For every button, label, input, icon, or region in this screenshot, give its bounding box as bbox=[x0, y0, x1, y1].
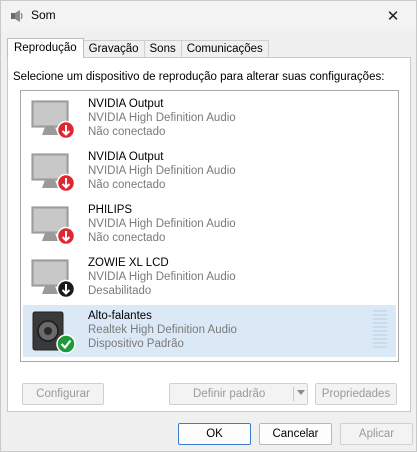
device-driver: NVIDIA High Definition Audio bbox=[88, 218, 236, 230]
set-default-button[interactable]: Definir padrão bbox=[169, 383, 308, 405]
tab-strip: Reprodução Gravação Sons Comunicações bbox=[7, 38, 269, 58]
split-divider bbox=[293, 387, 294, 401]
sound-dialog: Som ✕ Reprodução Gravação Sons Comunicaç… bbox=[0, 0, 417, 452]
tab-comunicacoes[interactable]: Comunicações bbox=[180, 40, 269, 58]
apply-button[interactable]: Aplicar bbox=[340, 423, 413, 445]
device-list[interactable]: NVIDIA Output NVIDIA High Definition Aud… bbox=[20, 90, 399, 362]
device-name: PHILIPS bbox=[88, 204, 133, 216]
chevron-down-icon[interactable] bbox=[297, 390, 305, 395]
close-button[interactable]: ✕ bbox=[370, 1, 416, 31]
device-name: Alto-falantes bbox=[88, 310, 152, 322]
set-default-label: Definir padrão bbox=[193, 388, 266, 400]
device-driver: NVIDIA High Definition Audio bbox=[88, 271, 236, 283]
device-name: NVIDIA Output bbox=[88, 98, 164, 110]
speaker-app-icon bbox=[11, 10, 23, 22]
instruction-text: Selecione um dispositivo de reprodução p… bbox=[13, 71, 385, 83]
cancel-button[interactable]: Cancelar bbox=[259, 423, 332, 445]
device-name: ZOWIE XL LCD bbox=[88, 257, 169, 269]
speaker-icon bbox=[32, 311, 76, 354]
device-status: Desabilitado bbox=[88, 285, 152, 297]
tab-sons[interactable]: Sons bbox=[143, 40, 182, 58]
device-name: NVIDIA Output bbox=[88, 151, 164, 163]
ok-button[interactable]: OK bbox=[178, 423, 251, 445]
configure-button[interactable]: Configurar bbox=[22, 383, 104, 405]
list-item[interactable]: ZOWIE XL LCD NVIDIA High Definition Audi… bbox=[23, 252, 396, 304]
playback-panel: Selecione um dispositivo de reprodução p… bbox=[7, 57, 411, 412]
title-bar[interactable]: Som ✕ bbox=[1, 1, 416, 31]
monitor-icon bbox=[31, 100, 76, 140]
list-item-selected[interactable]: Alto-falantes Realtek High Definition Au… bbox=[23, 305, 396, 357]
close-icon: ✕ bbox=[386, 8, 400, 25]
device-driver: Realtek High Definition Audio bbox=[88, 324, 237, 336]
device-driver: NVIDIA High Definition Audio bbox=[88, 112, 236, 124]
device-status: Não conectado bbox=[88, 179, 166, 191]
tab-gravacao[interactable]: Gravação bbox=[82, 40, 145, 58]
list-item[interactable]: PHILIPS NVIDIA High Definition Audio Não… bbox=[23, 199, 396, 251]
device-status: Não conectado bbox=[88, 126, 166, 138]
list-item[interactable]: NVIDIA Output NVIDIA High Definition Aud… bbox=[23, 146, 396, 198]
device-status: Não conectado bbox=[88, 232, 166, 244]
monitor-icon bbox=[31, 206, 76, 246]
tab-reproducao[interactable]: Reprodução bbox=[7, 38, 84, 58]
monitor-icon bbox=[31, 153, 76, 193]
device-status: Dispositivo Padrão bbox=[88, 338, 184, 350]
properties-button[interactable]: Propriedades bbox=[315, 383, 397, 405]
list-item[interactable]: NVIDIA Output NVIDIA High Definition Aud… bbox=[23, 93, 396, 145]
device-driver: NVIDIA High Definition Audio bbox=[88, 165, 236, 177]
volume-level-meter bbox=[373, 310, 387, 352]
monitor-icon bbox=[31, 259, 76, 299]
window-title: Som bbox=[31, 8, 56, 22]
